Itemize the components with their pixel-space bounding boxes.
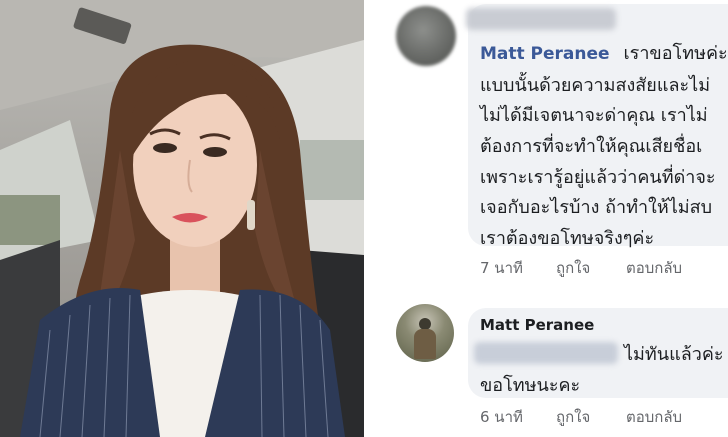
reply-button[interactable]: ตอบกลับ	[626, 405, 682, 429]
avatar-blurred[interactable]	[396, 6, 456, 66]
comment-text-line: ขอโทษนะคะ	[480, 375, 581, 396]
comment-time[interactable]: 7 นาที	[480, 256, 523, 280]
comment-text-line: ไม่ทันแล้วค่ะ	[624, 344, 724, 365]
comment-text-line: เจอกับอะไรบ้าง ถ้าทำให้ไม่สบ	[480, 197, 713, 218]
comment-thread: Matt Peranee เราขอโทษค่ะที่ แบบนั้นด้วยค…	[370, 0, 728, 437]
comment-text-line: ต้องการที่จะทำให้คุณเสียชื่อเ	[480, 136, 703, 157]
comment-text-line: ไม่ได้มีเจตนาจะด่าคุณ เราไม่	[480, 105, 708, 126]
portrait-illustration	[0, 0, 364, 437]
comment-text-line: เพราะเรารู้อยู่แล้วว่าคนที่ด่าจะ	[480, 167, 716, 188]
portrait-photo	[0, 0, 364, 437]
avatar-figure-body	[414, 329, 436, 359]
like-button[interactable]: ถูกใจ	[556, 405, 590, 429]
comment-time[interactable]: 6 นาที	[480, 405, 523, 429]
author-name[interactable]: Matt Peranee	[480, 44, 610, 64]
reply-button[interactable]: ตอบกลับ	[626, 256, 682, 280]
comment-text-line: เราขอโทษค่ะที่	[623, 43, 728, 64]
comment-author-2[interactable]: Matt Peranee	[480, 316, 594, 334]
blurred-username	[466, 8, 616, 30]
comment-text-line: เราต้องขอโทษจริงๆค่ะ	[480, 228, 655, 249]
avatar[interactable]	[396, 304, 454, 362]
comment-author-1[interactable]: Matt Peranee เราขอโทษค่ะที่	[480, 38, 728, 67]
like-button[interactable]: ถูกใจ	[556, 256, 590, 280]
comment-text-line: แบบนั้นด้วยความสงสัยและไม่	[480, 75, 711, 96]
blurred-text	[474, 342, 618, 364]
